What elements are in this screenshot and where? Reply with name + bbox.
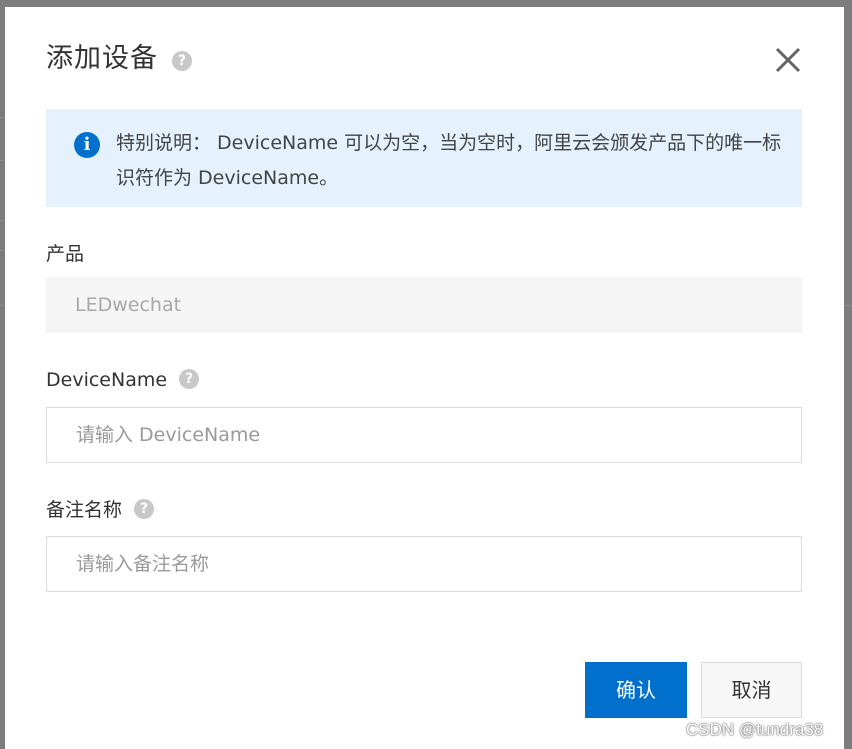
device-name-label: DeviceName? bbox=[46, 366, 200, 394]
cancel-button[interactable]: 取消 bbox=[701, 662, 802, 718]
info-notice: i 特别说明： DeviceName 可以为空，当为空时，阿里云会颁发产品下的唯… bbox=[46, 109, 802, 207]
close-button[interactable] bbox=[771, 43, 805, 77]
watermark: CSDN @tundra38 bbox=[686, 720, 824, 739]
product-label: 产品 bbox=[46, 240, 84, 268]
dialog-title: 添加设备 bbox=[46, 43, 158, 74]
remark-name-help-icon[interactable]: ? bbox=[134, 499, 155, 519]
info-icon: i bbox=[74, 132, 100, 158]
device-name-input[interactable] bbox=[46, 407, 802, 463]
device-name-help-icon[interactable]: ? bbox=[179, 369, 200, 389]
add-device-dialog: 添加设备 ? i 特别说明： DeviceName 可以为空，当为空时，阿里云会… bbox=[5, 7, 844, 749]
confirm-button[interactable]: 确认 bbox=[585, 662, 687, 718]
product-label-text: 产品 bbox=[46, 243, 85, 265]
remark-name-label-text: 备注名称 bbox=[46, 499, 123, 521]
close-icon bbox=[775, 47, 801, 73]
device-name-label-text: DeviceName bbox=[46, 369, 168, 391]
remark-name-input[interactable] bbox=[46, 536, 802, 592]
info-text: 特别说明： DeviceName 可以为空，当为空时，阿里云会颁发产品下的唯一标… bbox=[116, 132, 782, 189]
title-help-icon[interactable]: ? bbox=[172, 51, 192, 71]
product-field: LEDwechat bbox=[46, 277, 802, 333]
remark-name-label: 备注名称? bbox=[46, 496, 155, 524]
